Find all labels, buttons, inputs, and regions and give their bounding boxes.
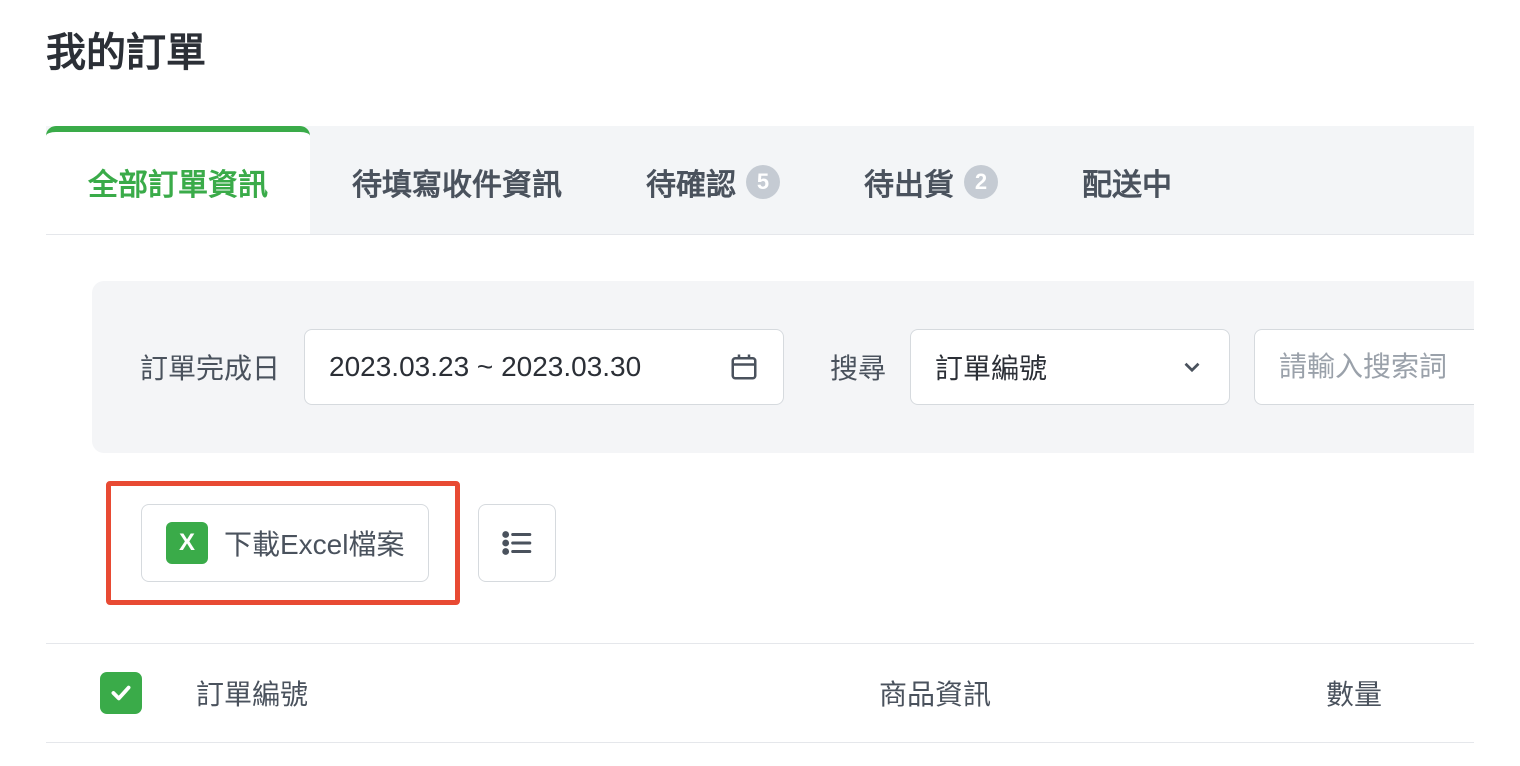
filter-search-label: 搜尋: [830, 347, 886, 387]
download-excel-label: 下載Excel檔案: [224, 523, 404, 563]
search-type-select[interactable]: 訂單編號: [910, 329, 1230, 405]
search-type-value: 訂單編號: [935, 347, 1047, 387]
tab-label: 全部訂單資訊: [88, 160, 268, 204]
table-header-qty: 數量: [1234, 673, 1474, 713]
date-range-picker[interactable]: 2023.03.23 ~ 2023.03.30: [304, 329, 784, 405]
tab-pending-recipient[interactable]: 待填寫收件資訊: [310, 126, 604, 234]
list-icon: [500, 526, 534, 560]
tab-pending-confirm[interactable]: 待確認 5: [604, 126, 822, 234]
page-title: 我的訂單: [46, 20, 1474, 78]
download-highlight-box: X 下載Excel檔案: [106, 481, 460, 605]
tab-label: 待填寫收件資訊: [352, 160, 562, 204]
actions-row: X 下載Excel檔案: [46, 453, 1474, 633]
excel-icon: X: [166, 522, 208, 564]
calendar-icon: [729, 352, 759, 382]
tab-pending-ship[interactable]: 待出貨 2: [822, 126, 1040, 234]
filter-bar: 訂單完成日 2023.03.23 ~ 2023.03.30 搜尋 訂單編號: [92, 281, 1474, 453]
tab-in-transit[interactable]: 配送中: [1040, 126, 1214, 234]
search-input[interactable]: [1254, 329, 1474, 405]
content-area: 訂單完成日 2023.03.23 ~ 2023.03.30 搜尋 訂單編號: [46, 281, 1474, 743]
table-header-order-no: 訂單編號: [196, 673, 636, 713]
filter-date-group: 訂單完成日 2023.03.23 ~ 2023.03.30: [140, 329, 784, 405]
tab-label: 待出貨: [864, 160, 954, 204]
table-header: 訂單編號 商品資訊 數量: [46, 643, 1474, 743]
tabs: 全部訂單資訊 待填寫收件資訊 待確認 5 待出貨 2 配送中: [46, 126, 1474, 235]
tab-badge: 2: [964, 165, 998, 199]
filter-search-group: 搜尋 訂單編號: [830, 329, 1474, 405]
chevron-down-icon: [1179, 354, 1205, 380]
check-icon: [108, 680, 134, 706]
date-range-value: 2023.03.23 ~ 2023.03.30: [329, 351, 641, 383]
table-header-checkbox-cell: [46, 672, 196, 714]
select-all-checkbox[interactable]: [100, 672, 142, 714]
table-header-product: 商品資訊: [636, 673, 1234, 713]
filter-date-label: 訂單完成日: [140, 347, 280, 387]
download-excel-button[interactable]: X 下載Excel檔案: [141, 504, 429, 582]
tab-label: 待確認: [646, 160, 736, 204]
tab-all-orders[interactable]: 全部訂單資訊: [46, 126, 310, 234]
list-view-button[interactable]: [478, 504, 556, 582]
tab-label: 配送中: [1082, 160, 1172, 204]
tab-badge: 5: [746, 165, 780, 199]
